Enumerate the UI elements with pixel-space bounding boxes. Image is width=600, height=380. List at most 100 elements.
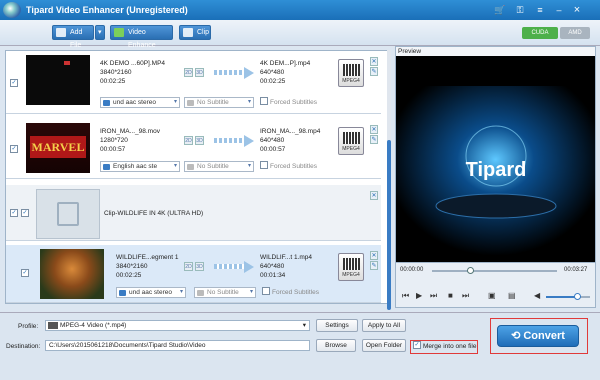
volume-handle[interactable] (573, 293, 581, 300)
item-checkbox[interactable]: ✓ (21, 269, 29, 277)
destination-input[interactable]: C:\Users\2015061218\Documents\Tipard Stu… (45, 340, 310, 351)
stop-icon[interactable]: ■ (448, 291, 453, 300)
cart-icon[interactable]: 🛒 (494, 4, 506, 16)
settings-button[interactable]: Settings (316, 319, 358, 332)
forced-subtitles-toggle[interactable]: Forced Subtitles (262, 287, 319, 297)
seek-bar[interactable] (432, 267, 557, 274)
item-side-controls[interactable]: ✕ ✎ (370, 251, 378, 271)
list-item[interactable]: ✓ 4K DEMO ...60P].MP4 3840*2160 00:02:25… (6, 51, 381, 114)
volume-slider[interactable] (546, 293, 590, 300)
subtitle-icon (197, 290, 204, 296)
time-start: 00:00:00 (400, 267, 424, 273)
volume-icon[interactable]: ◀ (534, 291, 540, 300)
add-file-dropdown[interactable]: ▾ (95, 25, 105, 40)
subtitle-select[interactable]: No Subtitle ▾ (184, 97, 254, 108)
group-title: Clip-WILDLIFE IN 4K (ULTRA HD) (104, 210, 204, 217)
video-enhance-label: Video Enhance (128, 29, 156, 49)
group-expand-checkbox[interactable]: ✓ (21, 209, 29, 217)
source-resolution: 3840*2160 (100, 69, 132, 76)
video-enhance-icon (114, 28, 124, 37)
toolbar: Add File ▾ Video Enhance Clip CUDA AMD (0, 20, 600, 49)
output-resolution: 640*480 (260, 69, 285, 76)
subtitle-icon (187, 100, 194, 106)
group-side-controls[interactable]: ✕ (370, 191, 378, 201)
subtitle-select[interactable]: No Subtitle ▾ (194, 287, 256, 298)
player-controls: 00:00:00 00:03:27 ⏮ ▶ ⏭ ■ ⏭ ▣ ▤ ◀ (395, 262, 596, 308)
output-duration: 00:02:25 (260, 78, 286, 85)
forced-subtitles-toggle[interactable]: Forced Subtitles (260, 161, 317, 171)
scrollbar-thumb[interactable] (387, 140, 391, 310)
next-frame-icon[interactable]: ⏭ (430, 291, 437, 301)
edit-icon: ✎ (370, 67, 378, 76)
add-file-label: Add File (70, 29, 83, 49)
time-end: 00:03:27 (564, 267, 588, 273)
amd-badge[interactable]: AMD (560, 27, 590, 39)
output-info: WILDLIF...t 1.mp4 640*480 00:01:34 (260, 254, 313, 279)
window-title: Tipard Video Enhancer (Unregistered) (26, 5, 188, 15)
item-side-controls[interactable]: ✕ ✎ (370, 57, 378, 77)
seek-handle[interactable] (466, 267, 474, 274)
source-info: IRON_MA..._98.mov 1280*720 00:00:57 (100, 128, 160, 153)
folder-icon[interactable]: ▤ (508, 291, 516, 300)
video-thumbnail[interactable] (26, 55, 90, 105)
profile-label: Profile: (18, 323, 39, 330)
menu-icon[interactable]: ≡ (534, 4, 546, 16)
play-icon[interactable]: ▶ (416, 291, 422, 300)
output-format-icon[interactable]: MPEG4 (338, 253, 364, 281)
snapshot-icon[interactable]: ▣ (488, 291, 496, 300)
minimize-button[interactable]: – (553, 4, 565, 16)
apply-to-all-button[interactable]: Apply to All (362, 319, 406, 332)
open-folder-button[interactable]: Open Folder (362, 339, 406, 352)
remove-icon: ✕ (370, 251, 378, 260)
audio-icon (103, 164, 110, 170)
close-button[interactable]: × (571, 4, 583, 16)
preview-brand-text: Tipard (466, 159, 527, 181)
audio-track-select[interactable]: und aac stereo ▾ (116, 287, 186, 298)
end-icon[interactable]: ⏭ (462, 291, 469, 301)
key-icon[interactable]: ⚿ (514, 4, 526, 16)
item-checkbox[interactable]: ✓ (10, 79, 18, 87)
profile-select[interactable]: MPEG-4 Video (*.mp4) ▾ (45, 320, 310, 331)
convert-icon: ⟲ (511, 330, 524, 342)
video-enhance-button[interactable]: Video Enhance (110, 25, 173, 49)
item-side-controls[interactable]: ✕ ✎ (370, 125, 378, 145)
output-format-icon[interactable]: MPEG4 (338, 127, 364, 155)
output-format-icon[interactable]: MPEG4 (338, 59, 364, 87)
list-item[interactable]: ✓ MARVEL IRON_MA..._98.mov 1280*720 00:00:… (6, 119, 381, 179)
destination-label: Destination: (6, 343, 41, 350)
subtitle-select[interactable]: No Subtitle ▾ (184, 161, 254, 172)
convert-arrow: 2D 3D (184, 133, 259, 149)
source-duration: 00:02:25 (100, 78, 126, 85)
forced-subtitles-toggle[interactable]: Forced Subtitles (260, 97, 317, 107)
list-scrollbar[interactable] (387, 50, 391, 310)
video-thumbnail[interactable]: MARVEL (26, 123, 90, 173)
merge-checkbox[interactable]: ✓ Merge into one file (413, 341, 476, 351)
remove-icon: ✕ (370, 57, 378, 66)
preview-label: Preview (398, 48, 422, 55)
convert-arrow: 2D 3D (184, 259, 259, 275)
edit-icon: ✎ (370, 135, 378, 144)
clip-label: Clip (197, 29, 210, 36)
output-name: 4K DEM...P].mp4 (260, 60, 311, 67)
browse-button[interactable]: Browse (316, 339, 356, 352)
file-list: ✓ 4K DEMO ...60P].MP4 3840*2160 00:02:25… (5, 50, 390, 304)
convert-button[interactable]: ⟲ Convert (497, 325, 579, 347)
video-thumbnail[interactable] (40, 249, 104, 299)
item-checkbox[interactable]: ✓ (10, 145, 18, 153)
clip-button[interactable]: Clip (179, 25, 211, 40)
group-checkbox[interactable]: ✓ (10, 209, 18, 217)
audio-track-select[interactable]: English aac ste ▾ (100, 161, 180, 172)
prev-frame-icon[interactable]: ⏮ (402, 291, 409, 301)
source-info: WILDLIFE...egment 1 3840*2160 00:02:25 (116, 254, 179, 279)
clip-group-header[interactable]: ✓ ✓ Clip-WILDLIFE IN 4K (ULTRA HD) ✕ (6, 185, 381, 241)
convert-arrow: 2D 3D (184, 65, 259, 81)
audio-track-select[interactable]: und aac stereo ▾ (100, 97, 180, 108)
add-file-button[interactable]: Add File (52, 25, 94, 49)
list-item[interactable]: ✓ WILDLIFE...egment 1 3840*2160 00:02:25 2… (6, 245, 381, 303)
profile-format-icon (48, 322, 58, 329)
remove-icon: ✕ (370, 191, 378, 200)
output-info: 4K DEM...P].mp4 640*480 00:02:25 (260, 59, 310, 86)
cuda-badge[interactable]: CUDA (522, 27, 558, 39)
clip-placeholder-icon (36, 189, 100, 239)
source-name: 4K DEMO ...60P].MP4 (100, 60, 166, 67)
